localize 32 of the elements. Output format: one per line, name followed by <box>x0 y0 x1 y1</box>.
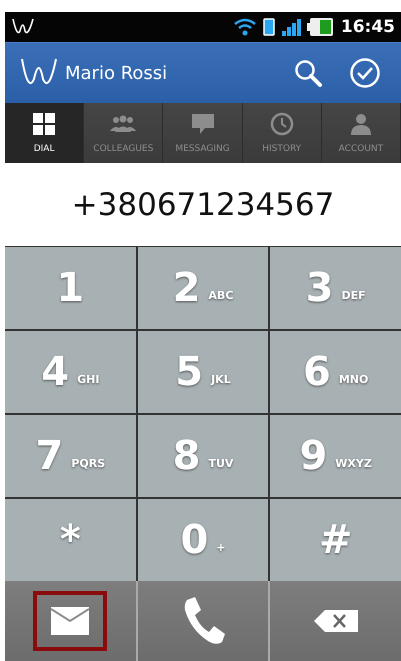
nav-tab[interactable]: ACCOUNT <box>322 103 401 163</box>
nav-tab[interactable]: COLLEAGUES <box>84 103 164 163</box>
dial-key[interactable]: # <box>270 499 401 581</box>
nav-tab[interactable]: DIAL <box>5 103 84 163</box>
dial-key[interactable]: 2 ABC <box>138 247 268 329</box>
search-icon <box>293 58 323 88</box>
speech-bubble-icon <box>190 112 214 136</box>
grid-icon <box>32 112 56 136</box>
dial-key[interactable]: * <box>5 499 136 581</box>
nav-tab[interactable]: MESSAGING <box>163 103 243 163</box>
signal-icon <box>280 17 303 37</box>
nav-tab[interactable]: HISTORY <box>242 103 322 163</box>
dial-key[interactable]: 6 MNO <box>270 331 401 413</box>
phone-number-field[interactable]: +380671234567 <box>5 163 401 246</box>
dial-key[interactable]: 3 DEF <box>270 247 401 329</box>
envelope-icon <box>51 607 90 635</box>
dial-key[interactable]: 4 GHI <box>5 331 136 413</box>
dial-key[interactable]: 0 + <box>138 499 268 581</box>
wifi-icon <box>232 17 257 37</box>
dial-key[interactable]: 1 <box>5 247 136 329</box>
backspace-icon <box>314 610 358 632</box>
dial-key[interactable]: 9 WXYZ <box>270 415 401 497</box>
account-name: Mario Rossi <box>65 62 168 84</box>
clock-time: 16:45 <box>340 17 395 37</box>
clock-icon <box>270 112 294 136</box>
dial-key[interactable]: 8 TUV <box>138 415 268 497</box>
message-button[interactable] <box>33 591 108 651</box>
dial-key[interactable]: 5 JKL <box>138 331 268 413</box>
battery-icon <box>306 17 334 37</box>
dial-key[interactable]: 7 PQRS <box>5 415 136 497</box>
person-icon <box>348 112 373 136</box>
checkmark-icon <box>349 57 381 89</box>
